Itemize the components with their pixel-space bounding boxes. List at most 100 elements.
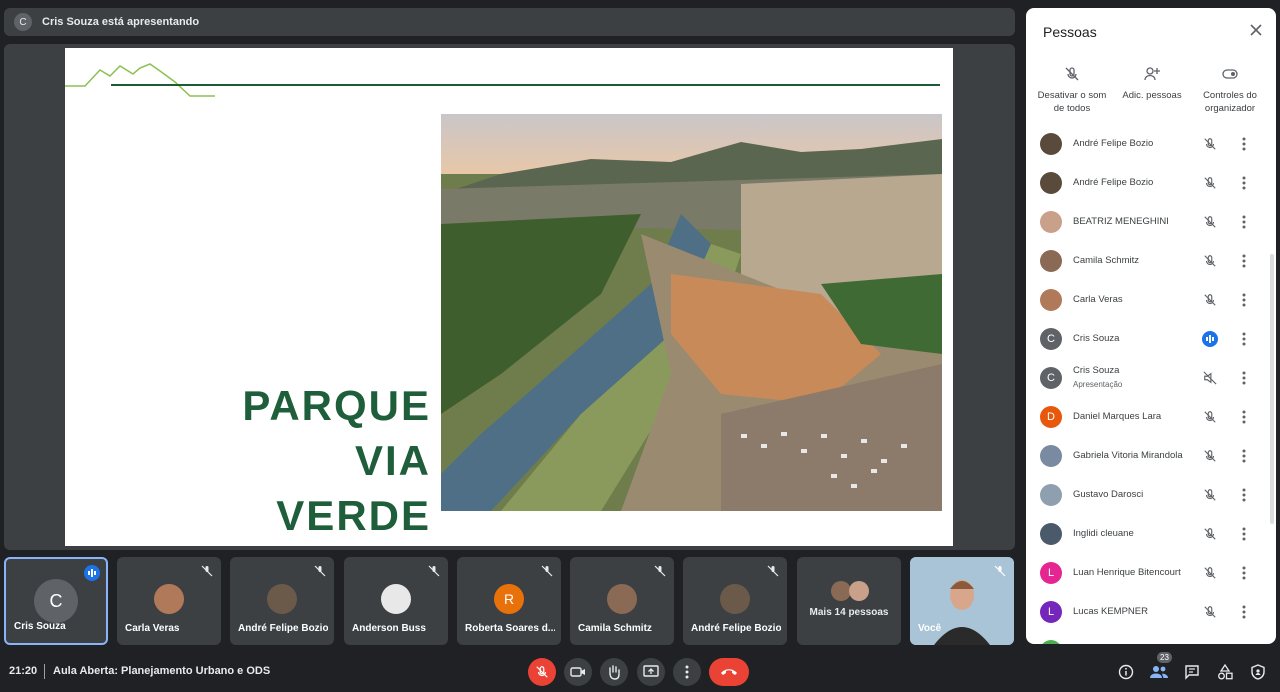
participant-tile[interactable]: Carla Veras (117, 557, 221, 645)
avatar (1040, 249, 1062, 272)
mic-off-icon (767, 565, 779, 577)
more-options-button[interactable] (673, 658, 701, 686)
participant-name: Anderson Buss (352, 623, 426, 634)
participant-avatar (849, 581, 869, 601)
mic-off-icon (994, 565, 1006, 577)
mic-off-icon (1202, 604, 1218, 620)
list-item[interactable]: Carla Veras (1026, 280, 1276, 319)
meeting-details-button[interactable] (1116, 662, 1136, 682)
toggle-icon (1222, 69, 1238, 79)
participant-name: Cris Souza (1073, 333, 1120, 344)
slide-title: PARQUE VIA VERDE (242, 378, 431, 543)
close-icon[interactable] (1248, 22, 1264, 38)
participant-tile[interactable]: Camila Schmitz (570, 557, 674, 645)
avatar (1040, 288, 1062, 311)
more-options-icon[interactable] (1238, 253, 1250, 269)
mic-off-icon (428, 565, 440, 577)
host-controls-button[interactable]: Controles do organizador (1190, 64, 1270, 115)
raise-hand-button[interactable] (600, 658, 628, 686)
list-item[interactable]: D Daniel Marques Lara (1026, 397, 1276, 436)
list-item[interactable]: André Felipe Bozio (1026, 163, 1276, 202)
participant-avatar (154, 584, 184, 614)
more-options-icon[interactable] (1238, 175, 1250, 191)
list-item[interactable]: André Felipe Bozio (1026, 124, 1276, 163)
list-item[interactable]: BEATRIZ MENEGHINI (1026, 202, 1276, 241)
participant-name: André Felipe Bozio (691, 623, 781, 634)
more-options-icon[interactable] (1238, 136, 1250, 152)
participant-tile[interactable]: C Cris Souza (4, 557, 108, 645)
list-item[interactable]: C Cris Souza (1026, 319, 1276, 358)
mic-off-icon (1202, 175, 1218, 191)
more-options-icon[interactable] (1238, 448, 1250, 464)
participant-avatar (381, 584, 411, 614)
audio-off-icon (1202, 370, 1218, 386)
info-icon (1118, 664, 1134, 680)
presenter-avatar: C (14, 13, 32, 31)
panel-scrollbar[interactable] (1270, 254, 1274, 524)
mute-all-button[interactable]: Desativar o som de todos (1032, 64, 1112, 115)
self-video-tile[interactable]: Você (910, 557, 1014, 645)
mic-off-icon (1202, 214, 1218, 230)
mic-off-icon (1202, 292, 1218, 308)
avatar: L (1040, 600, 1062, 623)
list-item[interactable]: C Cris Souza Apresentação (1026, 358, 1276, 397)
participant-name: BEATRIZ MENEGHINI (1073, 216, 1169, 227)
leave-call-button[interactable] (709, 658, 749, 686)
list-item[interactable]: Inglidi cleuane (1026, 514, 1276, 553)
more-options-icon[interactable] (1238, 331, 1250, 347)
participant-name: Carla Veras (125, 623, 180, 634)
more-options-icon[interactable] (1238, 526, 1250, 542)
list-item[interactable]: L Luan Henrique Bitencourt (1026, 553, 1276, 592)
presenter-banner-text: Cris Souza está apresentando (42, 16, 200, 28)
more-options-icon[interactable] (1238, 370, 1250, 386)
slide-title-line: VERDE (276, 492, 431, 539)
participant-avatar: R (494, 584, 524, 614)
more-options-icon[interactable] (1238, 292, 1250, 308)
list-item[interactable] (1026, 631, 1276, 644)
list-item[interactable]: Camila Schmitz (1026, 241, 1276, 280)
chat-button[interactable] (1182, 662, 1202, 682)
more-options-icon[interactable] (1238, 214, 1250, 230)
host-controls-toolbar-button[interactable] (1248, 662, 1268, 682)
participant-name: Gustavo Darosci (1073, 489, 1144, 500)
avatar (1040, 132, 1062, 155)
chat-icon (1185, 665, 1199, 680)
more-participants-tile[interactable]: Mais 14 pessoas (797, 557, 901, 645)
list-item[interactable]: Gabriela Vitoria Mirandola (1026, 436, 1276, 475)
presentation-slide: PARQUE VIA VERDE (65, 48, 953, 546)
meeting-title: Aula Aberta: Planejamento Urbano e ODS (53, 665, 271, 677)
slide-aerial-photo (441, 114, 942, 511)
mic-off-icon (314, 565, 326, 577)
slide-mountain-decoration (65, 63, 215, 97)
add-person-icon (1144, 67, 1160, 81)
list-item[interactable]: L Lucas KEMPNER (1026, 592, 1276, 631)
meeting-clock: 21:20 (9, 665, 38, 677)
activities-button[interactable] (1215, 662, 1235, 682)
add-people-button[interactable]: Adic. pessoas (1112, 64, 1192, 102)
avatar (1040, 171, 1062, 194)
participant-tile[interactable]: R Roberta Soares d... (457, 557, 561, 645)
more-options-icon[interactable] (1238, 565, 1250, 581)
camera-toggle-button[interactable] (564, 658, 592, 686)
hang-up-icon (721, 669, 737, 675)
panel-actions: Desativar o som de todos Adic. pessoas C… (1026, 64, 1276, 124)
participant-tile[interactable]: Anderson Buss (344, 557, 448, 645)
participant-name: Você (918, 623, 942, 634)
participant-tile[interactable]: André Felipe Bozio (683, 557, 787, 645)
meet-window: C Cris Souza está apresentando PARQUE VI… (0, 0, 1280, 692)
more-options-icon[interactable] (1238, 487, 1250, 503)
present-screen-button[interactable] (637, 658, 665, 686)
present-icon (643, 665, 659, 677)
shield-icon (1251, 664, 1265, 680)
people-icon (1150, 666, 1168, 678)
mic-toggle-button[interactable] (528, 658, 556, 686)
more-options-icon[interactable] (1238, 409, 1250, 425)
people-button[interactable] (1149, 662, 1169, 682)
avatar: L (1040, 561, 1062, 584)
more-options-icon[interactable] (1238, 604, 1250, 620)
list-item[interactable]: Gustavo Darosci (1026, 475, 1276, 514)
participant-tile[interactable]: André Felipe Bozio (230, 557, 334, 645)
participant-name: Camila Schmitz (578, 623, 652, 634)
presenter-banner: C Cris Souza está apresentando (4, 8, 1015, 36)
participant-name: André Felipe Bozio (1073, 177, 1154, 188)
